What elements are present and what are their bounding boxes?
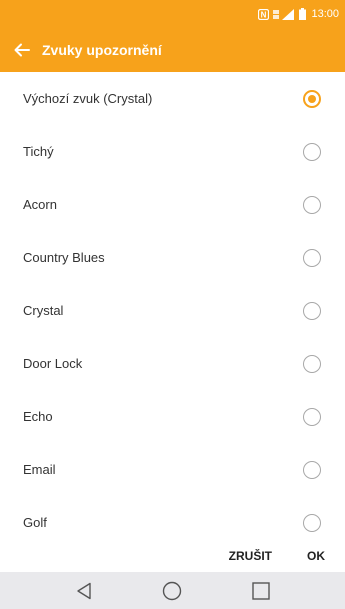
- list-item-label: Tichý: [23, 144, 54, 159]
- radio-button-selected[interactable]: [303, 89, 321, 108]
- radio-button[interactable]: [303, 142, 321, 161]
- svg-text:N: N: [261, 10, 267, 19]
- list-item-echo[interactable]: Echo: [0, 390, 345, 443]
- dialog-actions: ZRUŠIT OK: [0, 542, 345, 569]
- radio-button[interactable]: [303, 513, 321, 532]
- radio-button[interactable]: [303, 248, 321, 267]
- status-bar: N 13:00: [0, 0, 345, 28]
- cancel-button[interactable]: ZRUŠIT: [229, 549, 272, 563]
- list-item-label: Country Blues: [23, 250, 105, 265]
- list-item-golf[interactable]: Golf: [0, 496, 345, 542]
- signal-icon: [273, 8, 295, 20]
- nfc-icon: N: [258, 8, 270, 20]
- page-title: Zvuky upozornění: [42, 42, 162, 58]
- radio-button[interactable]: [303, 354, 321, 373]
- home-circle-icon[interactable]: [152, 572, 192, 609]
- back-triangle-icon[interactable]: [64, 572, 104, 609]
- app-bar: Zvuky upozornění: [0, 28, 345, 72]
- recents-square-icon[interactable]: [241, 572, 281, 609]
- list-item-label: Door Lock: [23, 356, 83, 371]
- radio-button[interactable]: [303, 407, 321, 426]
- navigation-bar: [0, 572, 345, 609]
- list-item-country-blues[interactable]: Country Blues: [0, 231, 345, 284]
- list-item-label: Echo: [23, 409, 53, 424]
- list-item-email[interactable]: Email: [0, 443, 345, 496]
- list-item-label: Crystal: [23, 303, 64, 318]
- ok-button[interactable]: OK: [307, 549, 325, 563]
- radio-button[interactable]: [303, 301, 321, 320]
- radio-button[interactable]: [303, 195, 321, 214]
- sound-list[interactable]: Výchozí zvuk (Crystal) Tichý Acorn Count…: [0, 72, 345, 542]
- list-item-silent[interactable]: Tichý: [0, 125, 345, 178]
- list-item-label: Golf: [23, 515, 47, 530]
- list-item-label: Acorn: [23, 197, 57, 212]
- back-arrow-icon[interactable]: [2, 28, 42, 72]
- list-item-crystal[interactable]: Crystal: [0, 284, 345, 337]
- status-time: 13:00: [311, 8, 339, 20]
- list-item-label: Výchozí zvuk (Crystal): [23, 91, 153, 106]
- battery-icon: [299, 8, 307, 20]
- list-item-label: Email: [23, 462, 56, 477]
- radio-button[interactable]: [303, 460, 321, 479]
- list-item-door-lock[interactable]: Door Lock: [0, 337, 345, 390]
- list-item-acorn[interactable]: Acorn: [0, 178, 345, 231]
- list-item-default-crystal[interactable]: Výchozí zvuk (Crystal): [0, 72, 345, 125]
